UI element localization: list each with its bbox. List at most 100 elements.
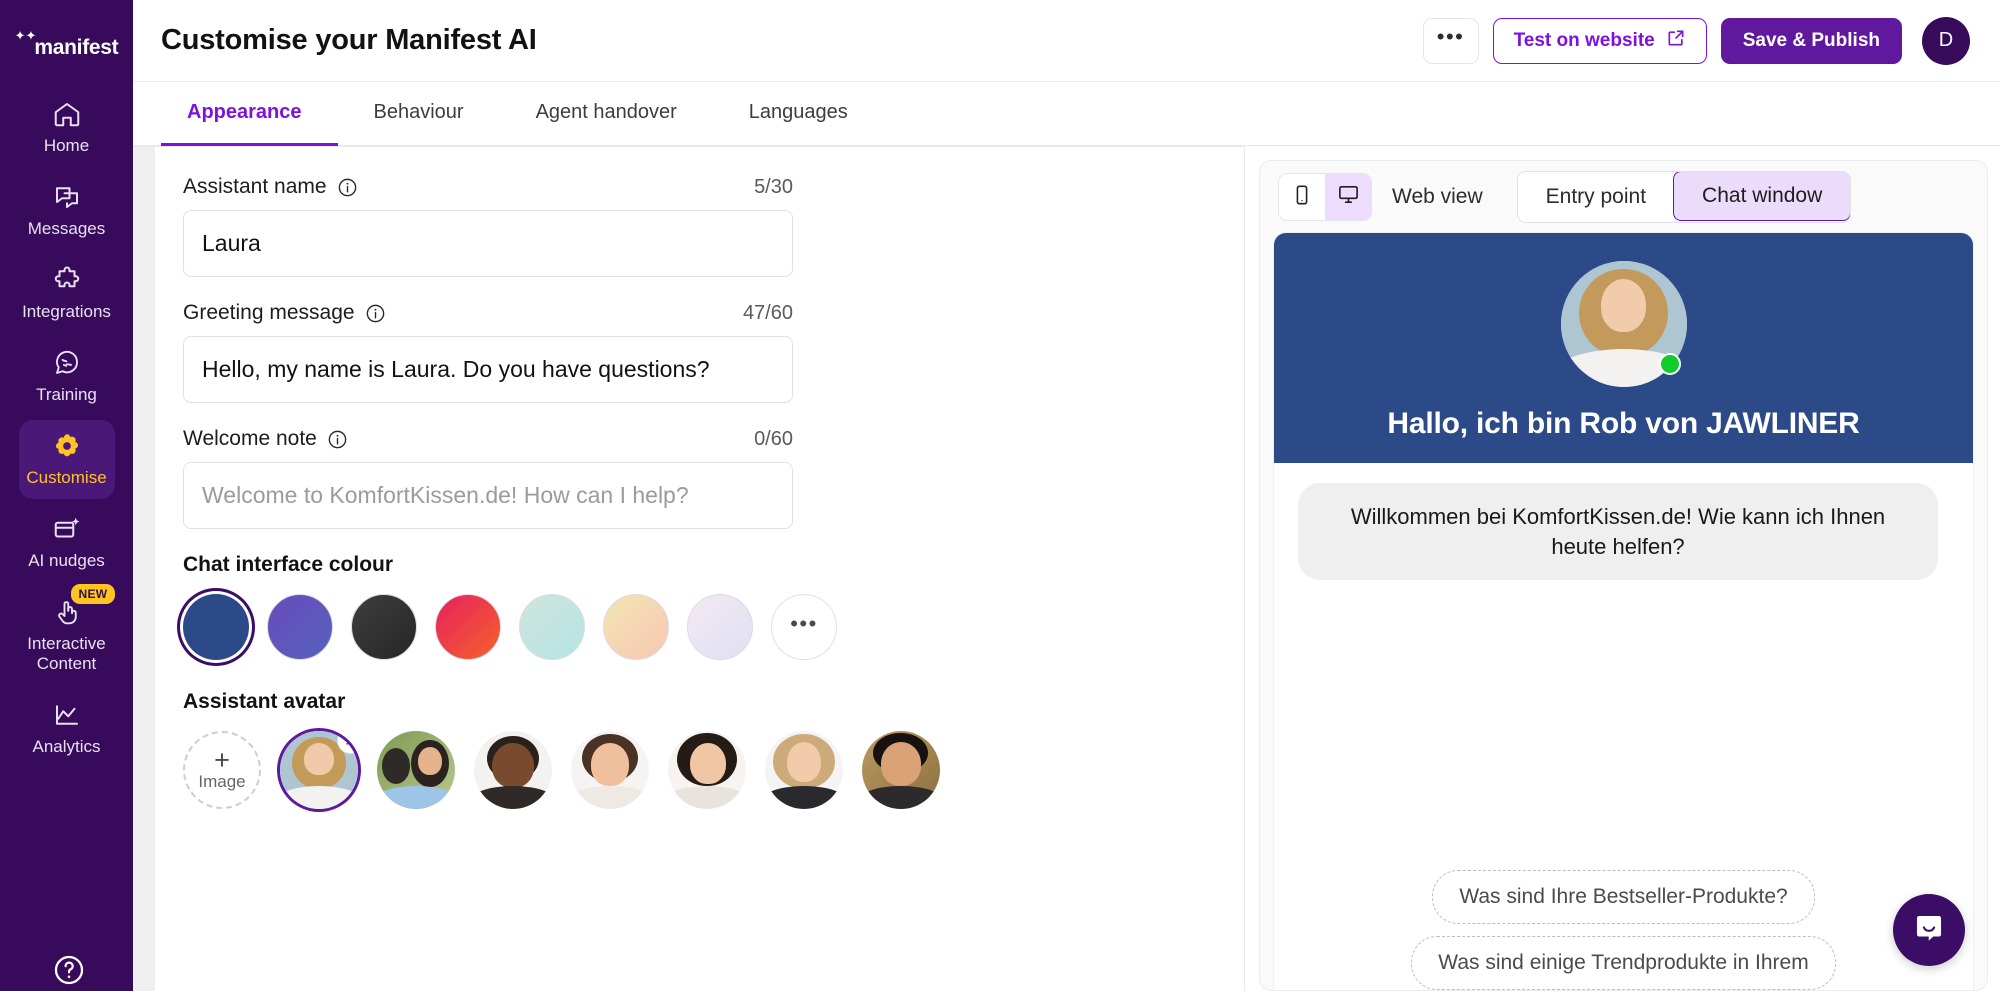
nudge-icon [52,514,82,544]
sidebar-item-label: Integrations [22,302,111,321]
colour-swatch-charcoal[interactable] [351,594,417,660]
sidebar-item-interactive-content[interactable]: NEW Interactive Content [19,584,116,685]
segment-entry-point[interactable]: Entry point [1517,172,1675,222]
colour-more-button[interactable]: ••• [771,594,837,660]
sidebar-item-label: Home [43,136,90,155]
avatar-add-image-button[interactable]: + Image [183,731,261,809]
brand-name: manifest [34,36,119,59]
app-root: ✦✦ manifest Home Messages Integrations T… [0,0,2000,991]
suggested-question-chip[interactable]: Was sind Ihre Bestseller-Produkte? [1432,870,1815,924]
settings-form-pane: Assistant name 5/30 Laura Greeting messa… [133,146,1244,991]
avatar-photo [668,731,746,809]
chart-line-icon [52,700,82,730]
new-badge: NEW [70,584,116,604]
segment-chat-window[interactable]: Chat window [1673,172,1851,221]
content-split: Assistant name 5/30 Laura Greeting messa… [133,146,2000,991]
greeting-message-input[interactable]: Hello, my name is Laura. Do you have que… [183,336,793,403]
avatar-photo [765,731,843,809]
sidebar-item-analytics[interactable]: Analytics [19,689,115,768]
chat-window-body: Willkommen bei KomfortKissen.de! Wie kan… [1274,463,1973,990]
test-on-website-button[interactable]: Test on website [1492,17,1707,64]
device-desktop-button[interactable] [1325,174,1371,220]
assistant-name-counter: 5/30 [754,175,793,198]
tab-appearance[interactable]: Appearance [161,82,338,146]
colour-swatch-mint[interactable] [519,594,585,660]
welcome-note-header: Welcome note 0/60 [183,427,793,451]
sidebar-item-integrations[interactable]: Integrations [19,254,115,333]
sidebar-item-label: Analytics [32,737,101,756]
help-button[interactable] [52,953,83,985]
assistant-name-input[interactable]: Laura [183,210,793,277]
sidebar-item-label: AI nudges [28,551,105,570]
sparkle-icon: ✦✦ [14,28,37,43]
preview-toolbar: Web view Entry point Chat window [1260,161,1987,233]
assistant-name-header: Assistant name 5/30 [183,175,793,199]
tab-behaviour[interactable]: Behaviour [338,82,500,146]
more-options-button[interactable]: ••• [1422,17,1479,64]
preview-card: Web view Entry point Chat window Hallo, … [1259,160,1988,991]
info-icon[interactable] [365,303,386,324]
colour-swatch-list: ••• [183,594,1244,660]
puzzle-icon [52,265,82,295]
info-icon[interactable] [337,177,358,198]
welcome-note-field: Welcome note 0/60 Welcome to KomfortKiss… [183,427,793,529]
monitor-icon [1337,183,1360,211]
avatar-option-blonde-woman-headset[interactable] [765,731,843,809]
avatar-option-woman-dark-hair-laughing[interactable] [668,731,746,809]
info-icon[interactable] [327,429,348,450]
chat-launcher-button[interactable] [1893,894,1965,966]
tab-agent-handover[interactable]: Agent handover [500,82,713,146]
assistant-name-field: Assistant name 5/30 Laura [183,175,793,277]
colour-swatch-navy[interactable] [183,594,249,660]
chat-window: Hallo, ich bin Rob von JAWLINER Willkomm… [1274,233,1973,990]
sidebar-item-label: Training [36,385,97,404]
preview-segmented-control: Entry point Chat window [1516,171,1852,223]
sidebar-item-customise[interactable]: Customise [18,420,115,499]
chat-preview-area: Hallo, ich bin Rob von JAWLINER Willkomm… [1260,233,1987,990]
top-bar: Customise your Manifest AI ••• Test on w… [133,0,2000,82]
device-phone-button[interactable] [1279,174,1325,220]
chat-bubble-icon [1912,911,1946,950]
brain-icon [52,348,82,378]
colour-swatch-peach[interactable] [603,594,669,660]
sidebar-item-label: Interactive Content [27,634,106,673]
avatar-option-man-dark-hair-headset[interactable] [862,731,940,809]
main-area: Customise your Manifest AI ••• Test on w… [133,0,2000,991]
tab-bar: Appearance Behaviour Agent handover Lang… [133,82,2000,146]
avatar-option-blonde-woman-white-shirt[interactable]: ✕ [280,731,358,809]
avatar-option-man-headset-smiling[interactable] [474,731,552,809]
sidebar-item-messages[interactable]: Messages [19,171,115,250]
sidebar-item-home[interactable]: Home [19,88,115,167]
sidebar-item-training[interactable]: Training [19,337,115,416]
phone-icon [1291,184,1313,211]
avatar-option-two-agents-headset[interactable] [377,731,455,809]
avatar-photo [474,731,552,809]
sidebar-item-label: Customise [26,468,107,487]
user-avatar[interactable]: D [1922,16,1970,65]
save-and-publish-button[interactable]: Save & Publish [1720,17,1902,64]
external-link-icon [1666,28,1686,54]
form-scrollbar[interactable] [133,147,155,991]
colour-swatch-crimson-orange[interactable] [435,594,501,660]
plus-icon: + [214,744,230,775]
welcome-note-input[interactable]: Welcome to KomfortKissen.de! How can I h… [183,462,793,529]
colour-swatch-lilac[interactable] [687,594,753,660]
suggested-question-chip[interactable]: Was sind einige Trendprodukte in Ihrem [1411,936,1836,990]
chat-interface-colour-title: Chat interface colour [183,553,394,576]
brand-logo[interactable]: ✦✦ manifest [15,26,119,70]
sidebar-item-ai-nudges[interactable]: AI nudges [19,503,115,582]
web-view-label: Web view [1392,185,1483,208]
welcome-note-label: Welcome note [183,427,317,450]
colour-swatch-violet[interactable] [267,594,333,660]
avatar-photo [862,731,940,809]
greeting-message-field: Greeting message 47/60 Hello, my name is… [183,301,793,403]
avatar-photo [377,731,455,809]
greeting-message-header: Greeting message 47/60 [183,301,793,325]
form-scroll-area: Assistant name 5/30 Laura Greeting messa… [155,147,1244,991]
help-circle-icon [52,953,83,985]
avatar-photo [571,731,649,809]
assistant-name-label: Assistant name [183,175,327,198]
tab-languages[interactable]: Languages [713,82,884,146]
greeting-message-label: Greeting message [183,301,355,324]
avatar-option-woman-headset-smiling[interactable] [571,731,649,809]
